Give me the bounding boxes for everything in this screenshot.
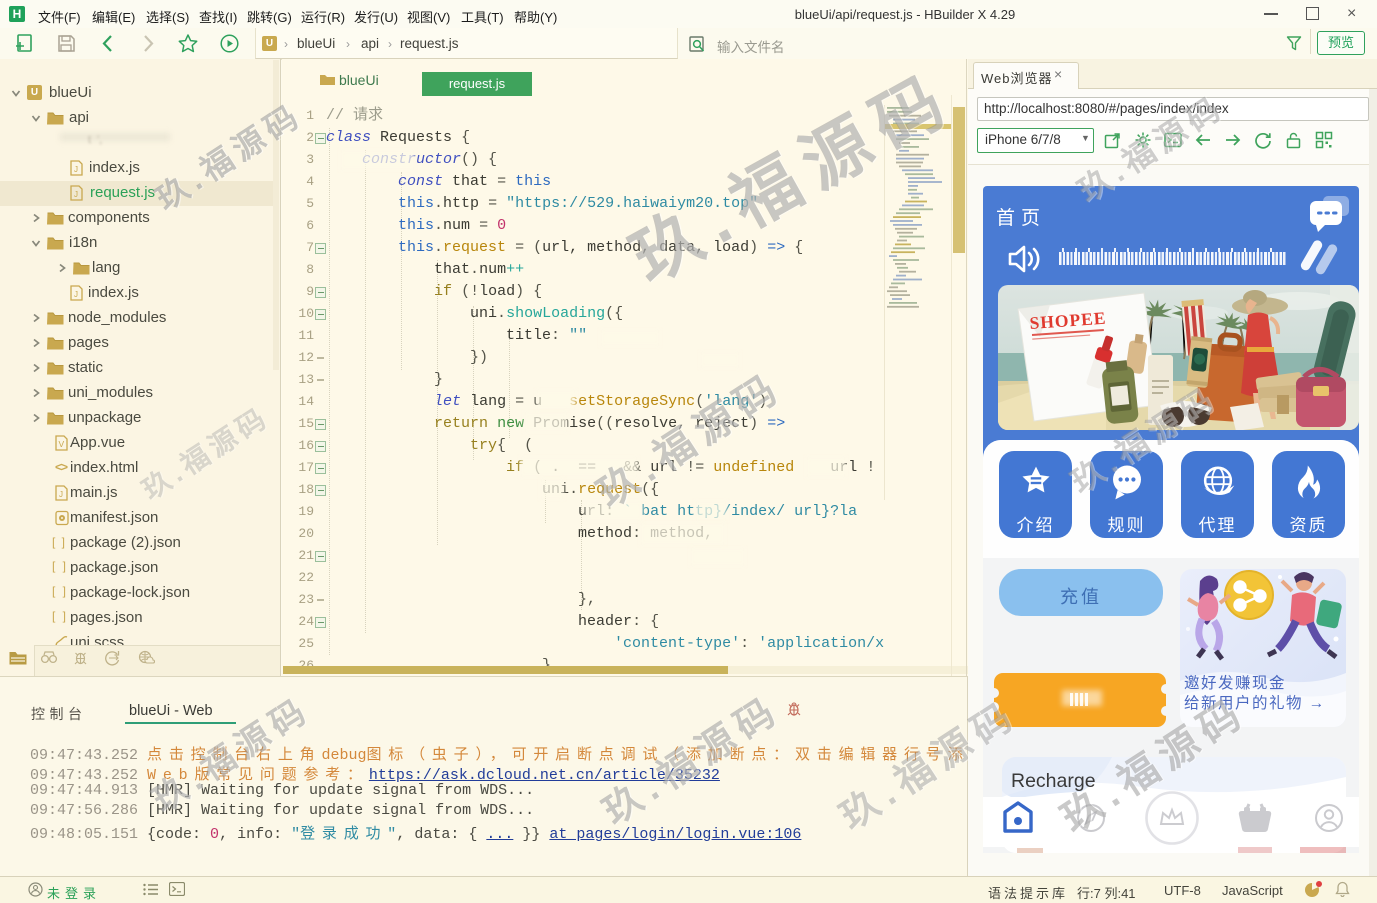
- svg-text:J: J: [74, 190, 78, 199]
- svg-text:J: J: [59, 490, 63, 499]
- svg-text:V: V: [59, 439, 65, 449]
- svg-text:J: J: [74, 290, 78, 299]
- svg-text:J: J: [74, 165, 78, 174]
